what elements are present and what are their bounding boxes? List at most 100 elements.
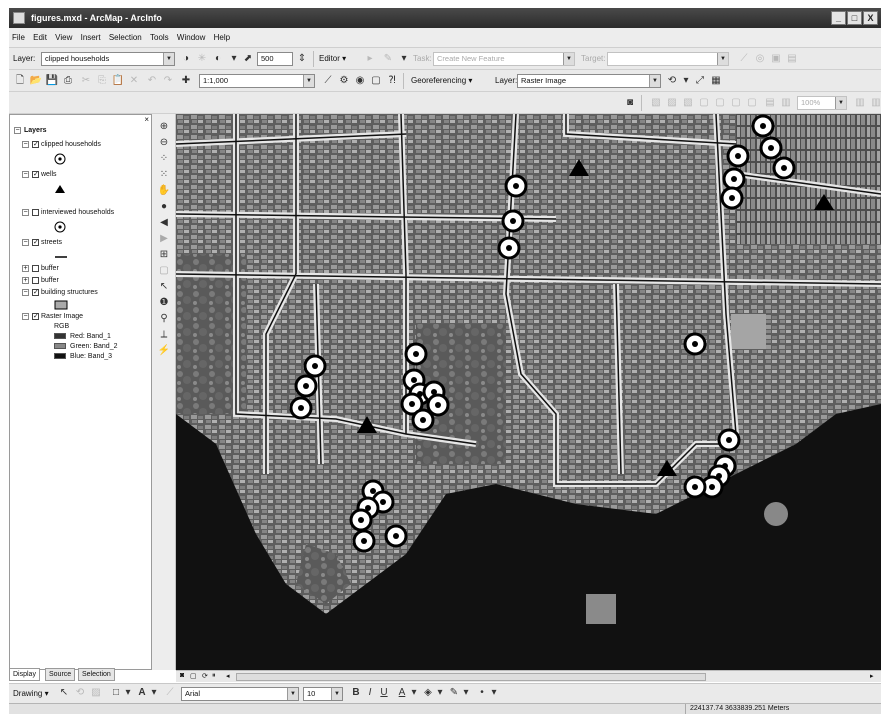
layer-checkbox[interactable] [32, 264, 39, 272]
text-dropdown-icon[interactable]: ▾ [147, 686, 161, 700]
zoom-in-page-icon[interactable]: ▨ [665, 96, 679, 110]
rectangle-dropdown-icon[interactable]: ▾ [121, 686, 135, 700]
scale-input[interactable]: 500 [257, 52, 293, 66]
pause-icon[interactable]: ⏸ [212, 672, 216, 680]
menu-view[interactable]: View [52, 28, 75, 42]
menu-edit[interactable]: Edit [30, 28, 50, 42]
collapse-icon[interactable]: − [22, 140, 29, 148]
zoom-to-selected-icon[interactable]: ▨ [89, 686, 103, 700]
refresh-icon[interactable]: ⟳ [202, 672, 208, 680]
underline-button[interactable]: U [377, 686, 391, 700]
find-icon[interactable]: ⚲ [157, 312, 171, 326]
zoom-in-icon[interactable]: ⊕ [157, 120, 171, 134]
tab-display[interactable]: Display [9, 668, 40, 681]
maximize-button[interactable]: □ [847, 11, 862, 25]
collapse-icon[interactable]: − [22, 312, 29, 320]
fixed-zoom-in-icon[interactable]: ⁘ [157, 152, 171, 166]
layer-checkbox[interactable]: ✓ [32, 312, 39, 320]
redo-icon[interactable]: ↷ [161, 74, 175, 88]
map-scale-select[interactable]: 1:1,000 ▼ [199, 74, 315, 88]
focus-data-frame-icon[interactable]: ▥ [853, 96, 867, 110]
collapse-icon[interactable]: − [22, 170, 29, 178]
menu-selection[interactable]: Selection [106, 28, 145, 42]
layer-checkbox[interactable]: ✓ [32, 288, 39, 296]
arccatalog-icon[interactable]: ◉ [353, 74, 367, 88]
copy-icon[interactable]: ⎘ [95, 74, 109, 88]
go-forward-icon[interactable]: ▢ [745, 96, 759, 110]
minimize-button[interactable]: _ [831, 11, 846, 25]
italic-button[interactable]: I [363, 686, 377, 700]
circle-tool-icon[interactable]: ◎ [753, 52, 767, 66]
collapse-icon[interactable]: − [22, 238, 29, 246]
expand-icon[interactable]: + [22, 264, 29, 272]
expand-icon[interactable]: + [22, 276, 29, 284]
task-select[interactable]: Create New Feature ▼ [433, 52, 575, 66]
zoom-whole-page-icon[interactable]: ▧ [649, 96, 663, 110]
menu-tools[interactable]: Tools [147, 28, 172, 42]
cut-icon[interactable]: ✂ [79, 74, 93, 88]
collapse-icon[interactable]: − [14, 126, 21, 134]
fixed-zoom-out-icon[interactable]: ▢ [713, 96, 727, 110]
toc-layer-streets[interactable]: − ✓ streets [22, 237, 62, 249]
horizontal-scrollbar[interactable] [236, 673, 706, 681]
layout-icon[interactable]: ◙ [623, 96, 637, 110]
font-color-dropdown-icon[interactable]: ▾ [407, 686, 421, 700]
select-elements-icon[interactable]: ↖ [157, 280, 171, 294]
select-elements-icon[interactable]: ↖ [57, 686, 71, 700]
scroll-left-icon[interactable]: ◂ [226, 672, 230, 680]
attributes-icon[interactable]: ▣ [769, 52, 783, 66]
menu-window[interactable]: Window [174, 28, 208, 42]
sketch-tool-icon[interactable]: ✎ [381, 52, 395, 66]
clear-selection-icon[interactable]: ▢ [157, 264, 171, 278]
font-size-select[interactable]: 10 ▼ [303, 687, 343, 701]
line-tool-icon[interactable]: ⟋ [737, 52, 751, 66]
hyperlink-icon[interactable]: ⚡ [157, 344, 171, 358]
toc-layer-wells[interactable]: − ✓ wells [22, 169, 57, 181]
open-icon[interactable]: 📂 [29, 74, 43, 88]
marker-color-dropdown-icon[interactable]: ▾ [487, 686, 501, 700]
layer-checkbox[interactable]: ✓ [32, 170, 39, 178]
undo-icon[interactable]: ↶ [145, 74, 159, 88]
rotate-icon[interactable]: ⟲ [73, 686, 87, 700]
close-button[interactable]: X [863, 11, 878, 25]
toc-layer-buffer-2[interactable]: + buffer [22, 275, 59, 287]
font-select[interactable]: Arial ▼ [181, 687, 299, 701]
change-layout-icon[interactable]: ▥ [869, 96, 883, 110]
zoom-out-page-icon[interactable]: ▧ [681, 96, 695, 110]
fixed-zoom-out-icon[interactable]: ⁙ [157, 168, 171, 182]
toc-root[interactable]: − Layers [14, 125, 47, 137]
whats-this-icon[interactable]: ⁈ [385, 74, 399, 88]
toc-layer-buffer[interactable]: + buffer [22, 263, 59, 275]
sketch-dropdown-icon[interactable]: ▾ [397, 52, 411, 66]
close-panel-icon[interactable]: × [144, 115, 149, 124]
back-icon[interactable]: ◀ [157, 216, 171, 230]
print-icon[interactable]: ⎙ [61, 74, 75, 88]
toc-layer-building-structures[interactable]: − ✓ building structures [22, 287, 98, 299]
toc-layer-raster-image[interactable]: − ✓ Raster Image [22, 311, 83, 323]
python-window-icon[interactable]: ▢ [369, 74, 383, 88]
layer-select[interactable]: clipped households ▼ [41, 52, 175, 66]
rotate-dropdown-icon[interactable]: ▾ [679, 74, 693, 88]
paste-icon[interactable]: 📋 [111, 74, 125, 88]
layer-checkbox[interactable]: ✓ [32, 238, 39, 246]
fixed-zoom-in-icon[interactable]: ▢ [697, 96, 711, 110]
menu-file[interactable]: File [9, 28, 28, 42]
toggle-icon[interactable]: ◑ [179, 52, 193, 66]
add-control-points-icon[interactable]: ⤢ [693, 74, 707, 88]
go-back-icon[interactable]: ▢ [729, 96, 743, 110]
map-canvas[interactable] [176, 114, 881, 670]
layer-checkbox[interactable]: ✓ [32, 140, 39, 148]
identify-icon[interactable]: ❶ [157, 296, 171, 310]
new-document-icon[interactable]: 🗋 [13, 74, 27, 88]
fill-color-dropdown-icon[interactable]: ▾ [433, 686, 447, 700]
tab-selection[interactable]: Selection [78, 668, 115, 681]
sun-icon[interactable]: ✳ [195, 52, 209, 66]
georeferencing-menu-button[interactable]: Georeferencing ▾ [411, 76, 472, 85]
rotate-icon[interactable]: ⟲ [665, 74, 679, 88]
editor-toolbar-icon[interactable]: ⟋ [321, 74, 335, 88]
collapse-icon[interactable]: − [22, 288, 29, 296]
collapse-icon[interactable]: − [22, 208, 29, 216]
line-color-dropdown-icon[interactable]: ▾ [459, 686, 473, 700]
georef-layer-select[interactable]: Raster Image ▼ [517, 74, 661, 88]
select-features-icon[interactable]: ⊞ [157, 248, 171, 262]
